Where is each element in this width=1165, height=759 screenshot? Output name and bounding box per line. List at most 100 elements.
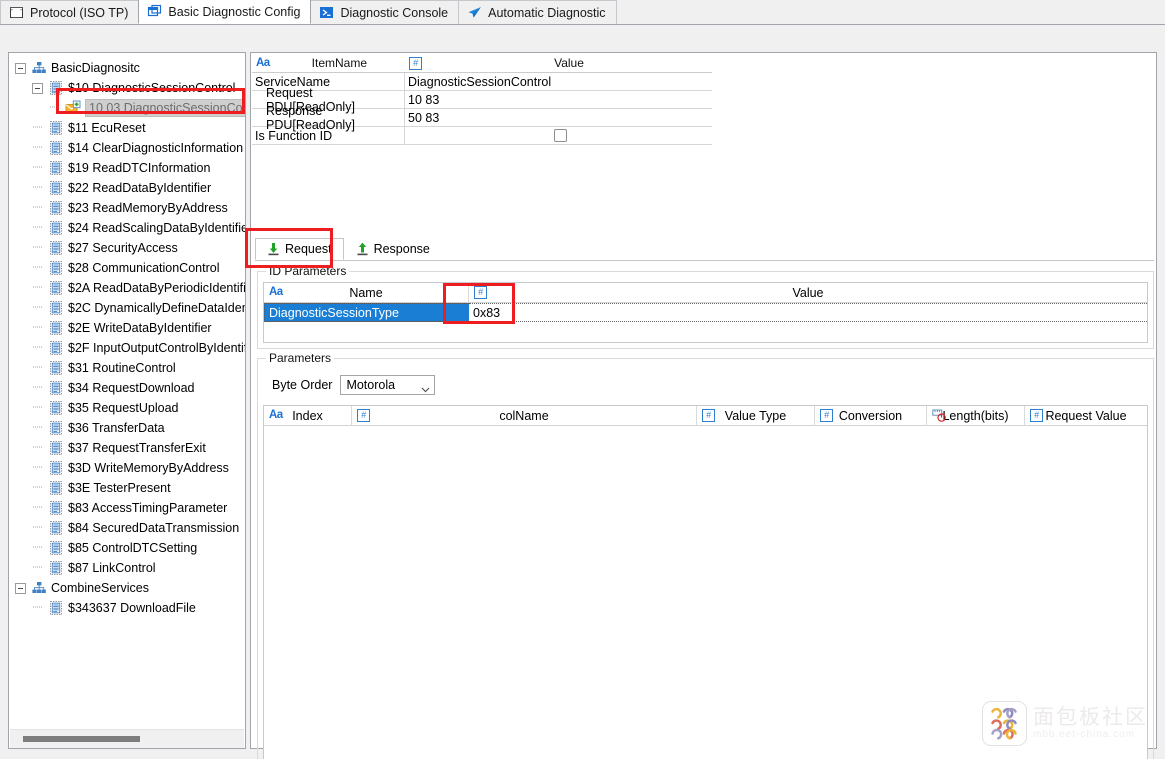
- tree-node[interactable]: $2A ReadDataByPeriodicIdentifier: [9, 278, 245, 298]
- service-icon: [48, 140, 64, 156]
- tree-node-label: $14 ClearDiagnosticInformation: [68, 141, 243, 155]
- tab-response[interactable]: Response: [344, 238, 442, 260]
- id-param-name-cell[interactable]: DiagnosticSessionType: [264, 303, 469, 322]
- header-label: Value: [426, 56, 712, 70]
- tree-node[interactable]: $85 ControlDTCSetting: [9, 538, 245, 558]
- tree-node[interactable]: $35 RequestUpload: [9, 398, 245, 418]
- id-param-value-cell[interactable]: 0x83: [469, 303, 1147, 322]
- tree-node[interactable]: $3D WriteMemoryByAddress: [9, 458, 245, 478]
- tree-node[interactable]: $24 ReadScalingDataByIdentifier: [9, 218, 245, 238]
- tree-connector-line: [32, 259, 48, 278]
- tree-node[interactable]: $23 ReadMemoryByAddress: [9, 198, 245, 218]
- tree-expander-collapse-icon[interactable]: [32, 83, 43, 94]
- tree-node-label: BasicDiagnositc: [51, 61, 140, 75]
- tree-node[interactable]: $10 DiagnosticSessionControl: [9, 78, 245, 98]
- tab-protocol-iso-tp[interactable]: [ ] Protocol (ISO TP): [0, 0, 139, 24]
- tree-node[interactable]: $36 TransferData: [9, 418, 245, 438]
- tree-expander-collapse-icon[interactable]: [15, 63, 26, 74]
- tree-node[interactable]: $2F InputOutputControlByIdentifier: [9, 338, 245, 358]
- text-type-icon: Aa: [256, 57, 270, 69]
- table-row[interactable]: DiagnosticSessionType 0x83: [264, 303, 1147, 322]
- tree-horizontal-scrollbar[interactable]: [10, 729, 244, 748]
- service-icon: [48, 460, 64, 476]
- parameters-header-request-value[interactable]: #Request Value: [1025, 406, 1147, 426]
- tree-scrollbar-thumb[interactable]: [23, 736, 140, 742]
- tree-expander-collapse-icon[interactable]: [15, 583, 26, 594]
- tree-connector-line: [32, 139, 48, 158]
- tree-connector-line: [32, 439, 48, 458]
- tree-node-label: $35 RequestUpload: [68, 401, 179, 415]
- tree-connector-line: [32, 299, 48, 318]
- tree-node[interactable]: $19 ReadDTCInformation: [9, 158, 245, 178]
- header-label: Value Type: [725, 409, 786, 423]
- property-row[interactable]: Is Function ID: [252, 127, 712, 145]
- tree-node[interactable]: $31 RoutineControl: [9, 358, 245, 378]
- tree-node[interactable]: $11 EcuReset: [9, 118, 245, 138]
- property-value-cell[interactable]: [405, 127, 712, 144]
- tree-node[interactable]: $83 AccessTimingParameter: [9, 498, 245, 518]
- tree-node[interactable]: $87 LinkControl: [9, 558, 245, 578]
- tree-node[interactable]: $27 SecurityAccess: [9, 238, 245, 258]
- tree-connector-line: [32, 159, 48, 178]
- header-label: Request Value: [1045, 409, 1126, 423]
- tab-automatic-diagnostic[interactable]: Automatic Diagnostic: [458, 0, 616, 24]
- property-value-cell[interactable]: 50 83: [405, 109, 712, 126]
- parameters-group: Parameters Byte Order Motorola AaIndex#c…: [257, 358, 1154, 759]
- parameters-header-length-bits[interactable]: Length(bits): [927, 406, 1025, 426]
- parameters-header-colname[interactable]: #colName: [352, 406, 697, 426]
- application-window: [ ] Protocol (ISO TP) Basic Diagnostic C…: [0, 0, 1165, 759]
- tree-node[interactable]: $14 ClearDiagnosticInformation: [9, 138, 245, 158]
- service-icon: [48, 340, 64, 356]
- tree-connector-line: [32, 339, 48, 358]
- property-row[interactable]: Response PDU[ReadOnly]50 83: [252, 109, 712, 127]
- tree-node[interactable]: $22 ReadDataByIdentifier: [9, 178, 245, 198]
- tree-node[interactable]: $84 SecuredDataTransmission: [9, 518, 245, 538]
- is-function-id-checkbox[interactable]: [554, 129, 567, 142]
- service-icon: [48, 420, 64, 436]
- byte-order-select[interactable]: Motorola: [340, 375, 435, 395]
- property-value-cell[interactable]: 10 83: [405, 91, 712, 108]
- number-type-icon: #: [1030, 409, 1043, 422]
- id-parameters-grid[interactable]: Aa Name # Value DiagnosticSessionType 0x…: [263, 282, 1148, 343]
- tree-node[interactable]: $2C DynamicallyDefineDataIdentifier: [9, 298, 245, 318]
- tree-connector-line: [32, 219, 48, 238]
- service-icon: [48, 280, 64, 296]
- tree-node[interactable]: $3E TesterPresent: [9, 478, 245, 498]
- number-type-icon: #: [409, 57, 422, 70]
- tree-node[interactable]: $343637 DownloadFile: [9, 598, 245, 618]
- id-param-header-name[interactable]: Aa Name: [264, 283, 469, 303]
- group-title: Parameters: [266, 351, 334, 365]
- parameters-header-value-type[interactable]: #Value Type: [697, 406, 815, 426]
- watermark-en-label: mbb.eet-china.com: [1033, 729, 1148, 741]
- tree-node[interactable]: $2E WriteDataByIdentifier: [9, 318, 245, 338]
- tree-node-label: CombineServices: [51, 581, 149, 595]
- property-grid-header-itemname[interactable]: Aa ItemName: [252, 56, 405, 70]
- parameters-header-conversion[interactable]: #Conversion: [815, 406, 927, 426]
- property-value-cell[interactable]: DiagnosticSessionControl: [405, 73, 712, 90]
- tree-node[interactable]: CombineServices: [9, 578, 245, 598]
- id-param-header-value[interactable]: # Value: [469, 283, 1147, 303]
- tree-connector-line: [32, 239, 48, 258]
- tab-label: Basic Diagnostic Config: [168, 5, 300, 19]
- service-tree[interactable]: BasicDiagnositc $10 DiagnosticSessionCont…: [9, 53, 245, 728]
- tree-node-label: $3D WriteMemoryByAddress: [68, 461, 229, 475]
- tree-node-label: $37 RequestTransferExit: [68, 441, 206, 455]
- tree-node[interactable]: 10 03 DiagnosticSessionControl: [9, 98, 245, 118]
- service-icon: [48, 500, 64, 516]
- tree-node-label: $19 ReadDTCInformation: [68, 161, 210, 175]
- property-grid-header-value[interactable]: # Value: [405, 56, 712, 70]
- tree-node-label: $11 EcuReset: [68, 121, 146, 135]
- parameters-header-index[interactable]: Aa Index: [264, 406, 352, 426]
- paper-plane-icon: [467, 5, 482, 20]
- tab-basic-diagnostic-config[interactable]: Basic Diagnostic Config: [138, 0, 311, 24]
- tree-node[interactable]: BasicDiagnositc: [9, 58, 245, 78]
- tree-connector-line: [32, 599, 48, 618]
- tree-node[interactable]: $37 RequestTransferExit: [9, 438, 245, 458]
- tree-node[interactable]: $34 RequestDownload: [9, 378, 245, 398]
- tab-diagnostic-console[interactable]: Diagnostic Console: [310, 0, 459, 24]
- tree-node[interactable]: $28 CommunicationControl: [9, 258, 245, 278]
- text-type-icon: Aa: [269, 409, 283, 421]
- tree-connector-line: [32, 179, 48, 198]
- header-label: Index: [292, 409, 323, 423]
- tab-request[interactable]: Request: [255, 238, 344, 260]
